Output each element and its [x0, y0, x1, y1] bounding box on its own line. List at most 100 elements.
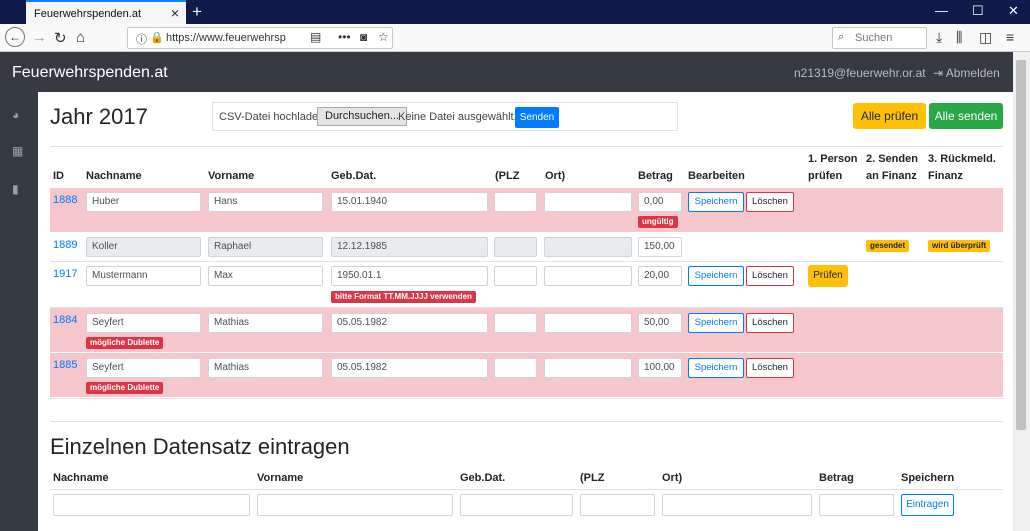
- home-icon[interactable]: ⌂: [76, 29, 85, 46]
- user-email: n21319@feuerwehr.or.at: [794, 66, 926, 80]
- browser-toolbar: ← → ↻ ⌂ ⓘ 🔒 https://www.feuerwehrspenden…: [0, 24, 1030, 52]
- dob-input[interactable]: 05.05.1982: [331, 313, 488, 333]
- plz-input[interactable]: [494, 266, 537, 286]
- send-button[interactable]: Senden: [515, 107, 559, 128]
- download-icon[interactable]: ⤓: [936, 29, 942, 46]
- url-text[interactable]: https://www.feuerwehrspenden: [166, 32, 286, 44]
- lastname-input[interactable]: Seyfert: [86, 313, 201, 333]
- single-amount-input[interactable]: [819, 494, 894, 516]
- new-tab-icon[interactable]: +: [192, 2, 202, 22]
- row-id-link[interactable]: 1888: [53, 194, 77, 206]
- plz-input[interactable]: [494, 358, 537, 378]
- single-col-lastname: Nachname: [53, 472, 109, 484]
- firstname-input[interactable]: Mathias: [208, 358, 323, 378]
- lastname-input[interactable]: Seyfert: [86, 358, 201, 378]
- single-plz-input[interactable]: [580, 494, 655, 516]
- search-icon: ⌕: [838, 31, 845, 43]
- amount-input[interactable]: 0,00: [638, 192, 682, 212]
- table-icon[interactable]: ▦: [12, 144, 23, 158]
- minimize-icon[interactable]: —: [935, 3, 948, 18]
- back-icon[interactable]: ←: [5, 27, 25, 47]
- delete-button[interactable]: Löschen: [746, 266, 794, 286]
- row-id-link[interactable]: 1884: [53, 314, 77, 326]
- search-placeholder: Suchen: [855, 32, 893, 44]
- check-all-button[interactable]: Alle prüfen: [853, 103, 926, 129]
- col-check-2: prüfen: [808, 170, 843, 182]
- brand-logo[interactable]: Feuerwehrspenden.at: [12, 64, 168, 82]
- url-bar[interactable]: ⓘ 🔒 https://www.feuerwehrspenden ▤ ••• ◙…: [127, 27, 393, 49]
- close-window-icon[interactable]: ✕: [1008, 3, 1019, 19]
- amount-input[interactable]: 20,00: [638, 266, 682, 286]
- firstname-input[interactable]: Max: [208, 266, 323, 286]
- plz-input[interactable]: [494, 192, 537, 212]
- plz-input: [494, 237, 537, 257]
- search-box[interactable]: ⌕ Suchen: [832, 27, 927, 49]
- delete-button[interactable]: Löschen: [746, 192, 794, 212]
- col-feedback-2: Finanz: [928, 170, 963, 182]
- ort-input[interactable]: [544, 266, 632, 286]
- ort-input[interactable]: [544, 313, 632, 333]
- divider: [50, 146, 1003, 147]
- single-ort-input[interactable]: [662, 494, 812, 516]
- single-dob-input[interactable]: [460, 494, 573, 516]
- row-id-link[interactable]: 1885: [53, 359, 77, 371]
- send-all-button[interactable]: Alle senden: [929, 103, 1003, 129]
- ort-input[interactable]: [544, 192, 632, 212]
- plz-input[interactable]: [494, 313, 537, 333]
- firstname-input[interactable]: Mathias: [208, 313, 323, 333]
- maximize-icon[interactable]: ☐: [972, 3, 984, 19]
- library-icon[interactable]: ⫼: [956, 29, 962, 46]
- dob-input[interactable]: 1950.01.1: [331, 266, 488, 286]
- row-id-link[interactable]: 1917: [53, 268, 77, 280]
- sent-badge: gesendet: [866, 240, 910, 252]
- review-badge: wird überprüft: [928, 240, 991, 252]
- save-button[interactable]: Speichern: [688, 313, 744, 333]
- lastname-input[interactable]: Huber: [86, 192, 201, 212]
- lastname-input[interactable]: Mustermann: [86, 266, 201, 286]
- firstname-input[interactable]: Hans: [208, 192, 323, 212]
- save-button[interactable]: Speichern: [688, 358, 744, 378]
- menu-icon[interactable]: ≡: [1006, 29, 1014, 45]
- bookmark-star-icon[interactable]: ☆: [378, 30, 389, 44]
- save-button[interactable]: Speichern: [688, 192, 744, 212]
- save-button[interactable]: Speichern: [688, 266, 744, 286]
- info-icon[interactable]: ⓘ: [136, 31, 147, 47]
- reload-icon[interactable]: ↻: [54, 29, 67, 47]
- sidebar-toggle-icon[interactable]: ◫: [979, 29, 992, 46]
- check-button[interactable]: Prüfen: [808, 265, 848, 287]
- col-plz: (PLZ: [495, 170, 520, 182]
- col-firstname: Vorname: [208, 170, 255, 182]
- dob-input: 12.12.1985: [331, 237, 488, 257]
- amount-input[interactable]: 150,00: [638, 237, 682, 257]
- ort-input[interactable]: [544, 358, 632, 378]
- row-id-link[interactable]: 1889: [53, 239, 77, 251]
- submit-entry-button[interactable]: Eintragen: [901, 494, 954, 516]
- invalid-badge: ungültig: [638, 216, 678, 228]
- browser-tab[interactable]: Feuerwehrspenden.at ×: [26, 0, 186, 24]
- reader-view-icon[interactable]: ▤: [310, 30, 321, 44]
- page-actions-icon[interactable]: •••: [338, 30, 351, 44]
- dob-input[interactable]: 15.01.1940: [331, 192, 488, 212]
- browse-button[interactable]: Durchsuchen...: [317, 107, 407, 126]
- file-icon[interactable]: ▮: [12, 182, 19, 196]
- dob-input[interactable]: 05.05.1982: [331, 358, 488, 378]
- single-firstname-input[interactable]: [257, 494, 453, 516]
- single-col-firstname: Vorname: [257, 472, 304, 484]
- csv-label: CSV-Datei hochladen:: [219, 111, 328, 123]
- delete-button[interactable]: Löschen: [746, 358, 794, 378]
- logout-link[interactable]: ⇥ Abmelden: [933, 66, 1000, 80]
- delete-button[interactable]: Löschen: [746, 313, 794, 333]
- lastname-input: Koller: [86, 237, 201, 257]
- scrollbar-thumb[interactable]: [1016, 60, 1026, 430]
- amount-input[interactable]: 50,00: [638, 313, 682, 333]
- tab-title: Feuerwehrspenden.at: [34, 8, 142, 20]
- single-col-save: Speichern: [901, 472, 955, 484]
- close-tab-icon[interactable]: ×: [171, 5, 179, 21]
- col-feedback-1: 3. Rückmeld.: [928, 153, 996, 165]
- dashboard-icon[interactable]: ◕: [12, 108, 19, 122]
- pocket-icon[interactable]: ◙: [360, 30, 367, 44]
- forward-icon[interactable]: →: [32, 29, 47, 46]
- col-amount: Betrag: [638, 170, 673, 182]
- amount-input[interactable]: 100,00: [638, 358, 682, 378]
- single-lastname-input[interactable]: [53, 494, 250, 516]
